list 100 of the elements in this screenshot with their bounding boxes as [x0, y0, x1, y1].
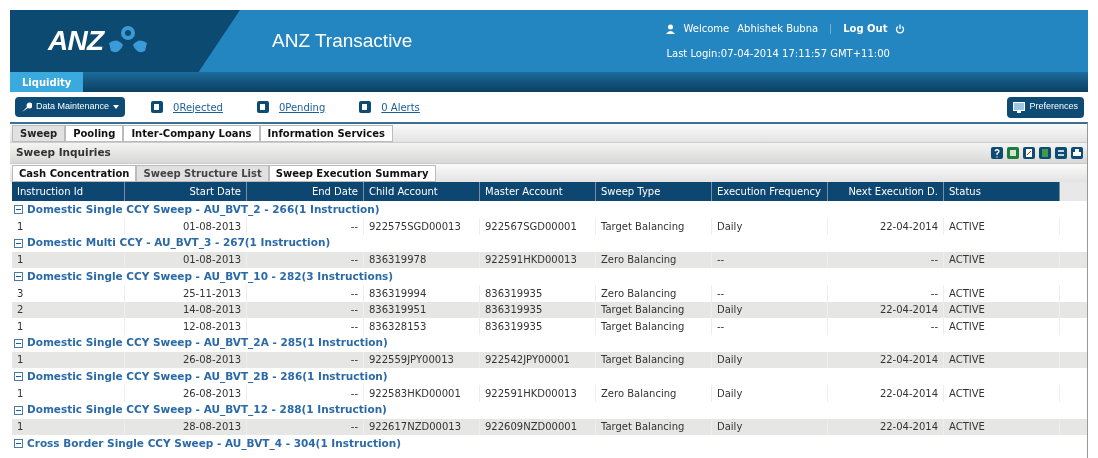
group-title[interactable]: Domestic Single CCY Sweep - AU_BVT_12 - 288(1 Instruction) — [27, 402, 387, 418]
group-title[interactable]: Domestic Single CCY Sweep - AU_BVT_2 - 266(1 Instruction) — [27, 201, 380, 218]
table-cell: 26-08-2013 — [125, 385, 247, 402]
table-cell: ACTIVE — [944, 418, 1060, 435]
table-cell: 836319994 — [364, 285, 480, 302]
table-cell: 1 — [12, 318, 125, 335]
collapse-icon[interactable] — [14, 205, 23, 214]
table-cell: 1 — [12, 418, 125, 435]
table-cell: 25-11-2013 — [125, 285, 247, 302]
sub-tab[interactable]: Cash Concentration — [12, 165, 137, 182]
table-cell: -- — [712, 285, 828, 302]
status-link[interactable]: 0Pending — [278, 99, 326, 115]
table-cell: -- — [247, 218, 364, 235]
tab[interactable]: Pooling — [65, 125, 124, 142]
status-link[interactable]: 0Rejected — [173, 99, 223, 115]
table-cell: 1 — [12, 385, 125, 402]
table-cell: Daily — [712, 218, 828, 235]
column-header[interactable]: Master Account — [480, 182, 596, 201]
tab[interactable]: Inter-Company Loans — [123, 125, 260, 142]
table-cell: ACTIVE — [944, 218, 1060, 235]
table-cell: 01-08-2013 — [125, 251, 247, 268]
help-icon[interactable] — [991, 147, 1003, 159]
group-title[interactable]: Domestic Single CCY Sweep - AU_BVT_10 - 282(3 Instructions) — [27, 268, 394, 285]
group-title[interactable]: Domestic Single CCY Sweep - AU_BVT_2B - 286(1 Instruction) — [27, 368, 388, 385]
column-header[interactable]: Status — [944, 182, 1060, 201]
table-cell: -- — [828, 285, 944, 302]
column-header[interactable]: Execution Frequency — [712, 182, 828, 201]
table-cell: 922542JPY00001 — [480, 351, 596, 368]
table-cell: Target Balancing — [596, 318, 712, 335]
table-cell: -- — [247, 418, 364, 435]
app-title: ANZ Transactive — [272, 28, 413, 53]
table-cell: Target Balancing — [596, 218, 712, 235]
table-cell: 1 — [12, 218, 125, 235]
group-title[interactable]: Domestic Single CCY Sweep - AU_BVT_2A - 285(1 Instruction) — [27, 335, 388, 351]
user-name: Abhishek Bubna — [737, 22, 819, 36]
table-cell: -- — [247, 251, 364, 268]
table-cell: 922559JPY00013 — [364, 351, 480, 368]
monitor-icon — [1013, 101, 1026, 113]
collapse-icon[interactable] — [14, 439, 23, 448]
table-cell: 922583HKD00001 — [364, 385, 480, 402]
preferences-button[interactable]: Preferences — [1007, 96, 1084, 118]
table-cell: 01-08-2013 — [125, 218, 247, 235]
table-cell: -- — [712, 318, 828, 335]
group-title[interactable]: Cross Border Single CCY Sweep - AU_BVT_4 - 304(1 Instruction) — [27, 435, 401, 452]
table-cell: ACTIVE — [944, 351, 1060, 368]
table-cell: Daily — [712, 385, 828, 402]
table-cell: ACTIVE — [944, 251, 1060, 268]
table-cell: 922591HKD00013 — [480, 251, 596, 268]
user-icon — [666, 23, 676, 34]
collapse-icon[interactable] — [14, 405, 23, 415]
tab[interactable]: Sweep — [12, 125, 66, 142]
table-cell: Target Balancing — [596, 418, 712, 435]
table-cell: 836319978 — [364, 251, 480, 268]
table-cell: 922591HKD00013 — [480, 385, 596, 402]
welcome-label: Welcome — [683, 22, 730, 36]
group-title[interactable]: Domestic Multi CCY - AU_BVT_3 - 267(1 Instruction) — [27, 235, 331, 251]
column-header[interactable]: Child Account — [364, 182, 480, 201]
table-cell: 922575SGD00013 — [364, 218, 480, 235]
table-cell: -- — [828, 318, 944, 335]
table-cell: -- — [247, 285, 364, 302]
tab[interactable]: Information Services — [259, 125, 393, 142]
column-header[interactable]: End Date — [247, 182, 364, 201]
table-cell: 922567SGD00001 — [480, 218, 596, 235]
table-cell: Zero Balancing — [596, 285, 712, 302]
table-cell: 22-04-2014 — [828, 385, 944, 402]
table-cell: 22-04-2014 — [828, 351, 944, 368]
table-cell: -- — [247, 351, 364, 368]
table-cell: 836319935 — [480, 285, 596, 302]
spreadsheet-icon[interactable] — [1007, 147, 1019, 159]
sub-tab[interactable]: Sweep Structure List — [136, 165, 269, 182]
table-cell: Daily — [712, 351, 828, 368]
table-cell: 922617NZD00013 — [364, 418, 480, 435]
table-cell: 922609NZD00001 — [480, 418, 596, 435]
table-cell: Daily — [712, 418, 828, 435]
logo: ANZ — [48, 24, 104, 58]
table-cell: -- — [247, 318, 364, 335]
last-login: Last Login:07-04-2014 17:11:57 GMT+11:00 — [666, 47, 891, 61]
table-cell: Target Balancing — [596, 351, 712, 368]
status-link[interactable]: 0 Alerts — [381, 99, 420, 115]
table-cell: -- — [247, 385, 364, 402]
column-header[interactable]: Start Date — [125, 182, 247, 201]
table-cell: 12-08-2013 — [125, 318, 247, 335]
collapse-icon[interactable] — [14, 372, 23, 381]
data-maintenance-button[interactable]: Data Maintenance — [15, 97, 126, 117]
table-cell: Zero Balancing — [596, 251, 712, 268]
collapse-icon[interactable] — [14, 272, 23, 281]
collapse-icon[interactable] — [14, 338, 23, 348]
table-cell: 1 — [12, 351, 125, 368]
sub-tab[interactable]: Sweep Execution Summary — [268, 165, 436, 182]
column-header[interactable]: Next Execution D. — [828, 182, 944, 201]
collapse-icon[interactable] — [14, 238, 23, 248]
table-cell: ACTIVE — [944, 318, 1060, 335]
power-icon[interactable] — [895, 23, 906, 34]
caret-icon — [113, 105, 120, 109]
column-header[interactable]: Instruction Id — [12, 182, 125, 201]
logout-link[interactable]: Log Out — [843, 21, 888, 36]
column-header[interactable]: Sweep Type — [596, 182, 712, 201]
table-cell: 22-04-2014 — [828, 218, 944, 235]
print-icon[interactable] — [1071, 147, 1083, 159]
table-cell: ACTIVE — [944, 385, 1060, 402]
